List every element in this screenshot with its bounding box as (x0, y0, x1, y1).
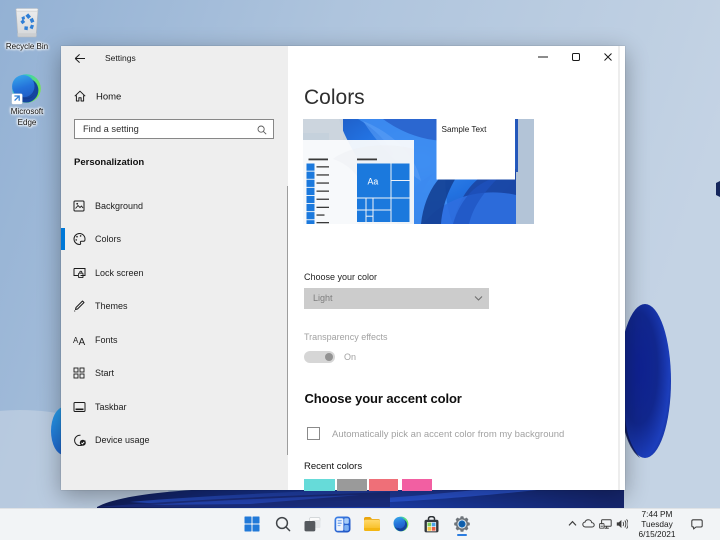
svg-text:A: A (79, 337, 86, 346)
svg-text:Sample Text: Sample Text (442, 125, 488, 134)
svg-text:Aa: Aa (368, 177, 379, 187)
